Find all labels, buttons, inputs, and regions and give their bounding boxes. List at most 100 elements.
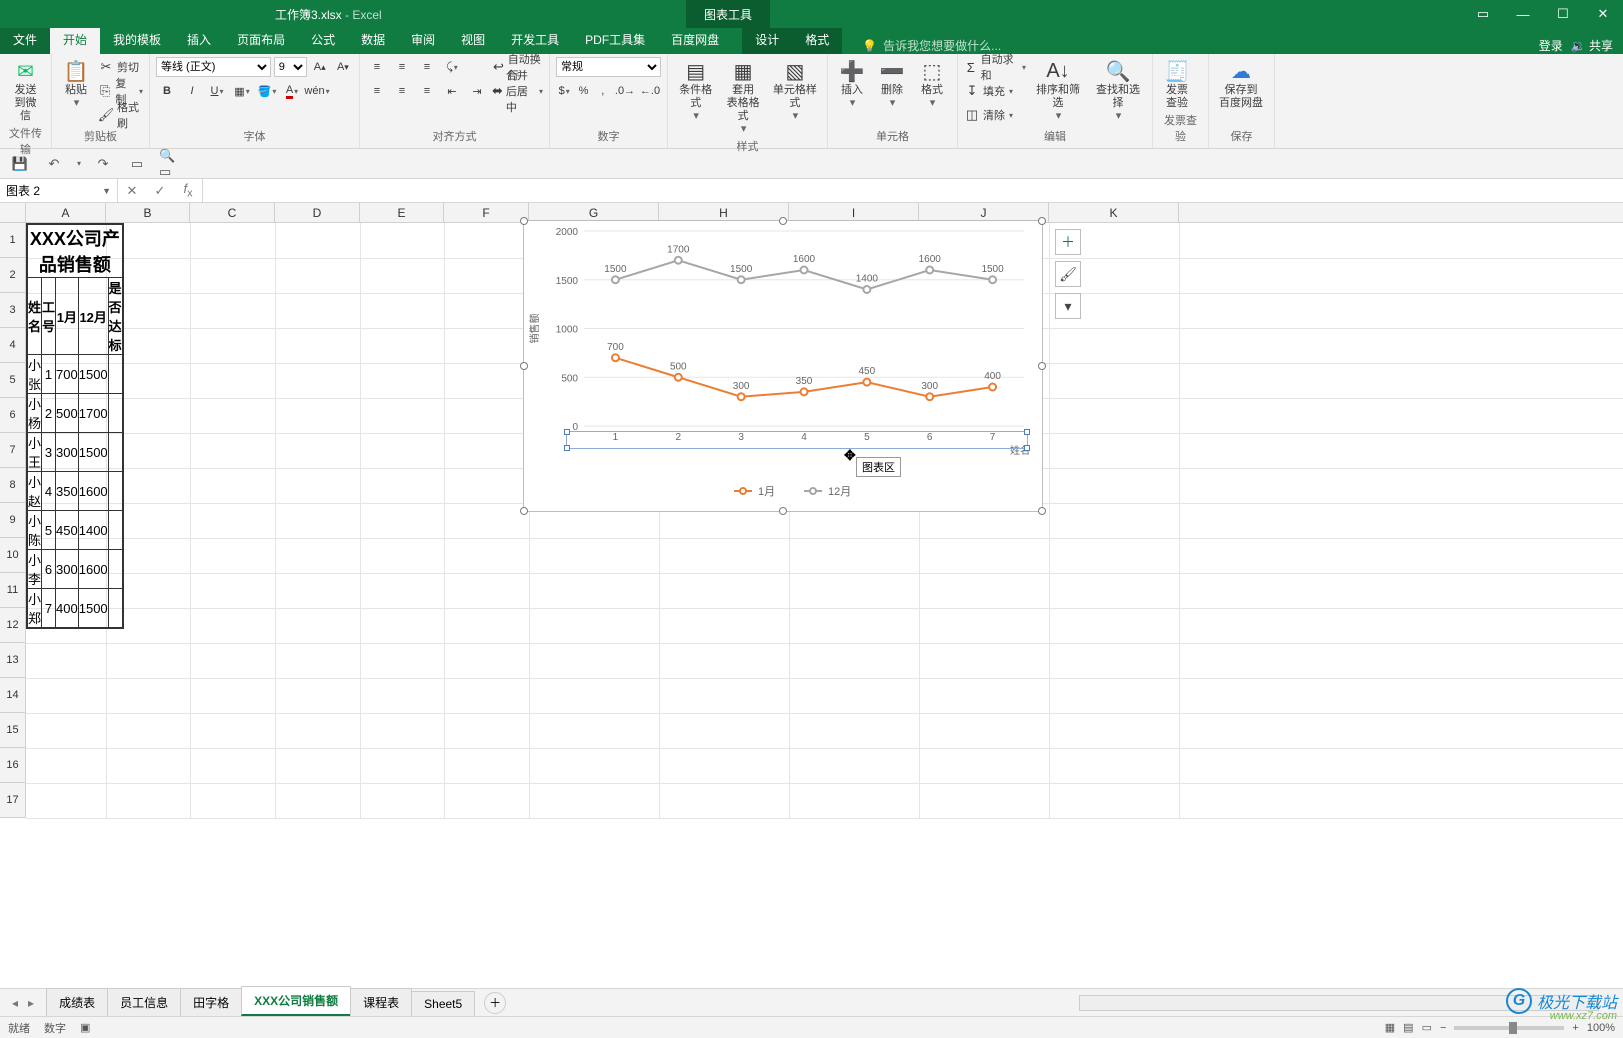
tab-视图[interactable]: 视图 bbox=[448, 26, 498, 54]
bold-icon[interactable]: B bbox=[156, 81, 178, 101]
zoom-slider[interactable] bbox=[1454, 1026, 1564, 1030]
orientation-icon[interactable]: ⤹▾ bbox=[441, 57, 463, 77]
cancel-formula-icon[interactable]: ✕ bbox=[118, 183, 146, 199]
invoice-button[interactable]: 🧾发票 查验 bbox=[1159, 56, 1195, 112]
font-name-select[interactable]: 等线 (正文) bbox=[156, 57, 271, 77]
formula-input[interactable] bbox=[203, 179, 1623, 202]
sheet-tab[interactable]: Sheet5 bbox=[411, 991, 475, 1016]
sheet-tab[interactable]: 课程表 bbox=[350, 988, 412, 1016]
row-header[interactable]: 17 bbox=[0, 783, 25, 818]
row-header[interactable]: 1 bbox=[0, 223, 25, 258]
tab-百度网盘[interactable]: 百度网盘 bbox=[658, 26, 732, 54]
font-size-select[interactable]: 9 bbox=[274, 57, 307, 77]
sheet-nav-last-icon[interactable]: ▸ bbox=[24, 994, 38, 1012]
share-button[interactable]: 🔉 共享 bbox=[1571, 37, 1613, 54]
delete-cells-button[interactable]: ➖删除▾ bbox=[874, 56, 910, 112]
tab-PDF工具集[interactable]: PDF工具集 bbox=[572, 26, 658, 54]
align-center-icon[interactable]: ≡ bbox=[391, 81, 413, 101]
align-left-icon[interactable]: ≡ bbox=[366, 81, 388, 101]
tab-页面布局[interactable]: 页面布局 bbox=[224, 26, 298, 54]
table-format-button[interactable]: ▦套用 表格格式▾ bbox=[721, 56, 764, 138]
select-all-corner[interactable] bbox=[0, 203, 26, 222]
align-right-icon[interactable]: ≡ bbox=[416, 81, 438, 101]
phonetic-icon[interactable]: wén▾ bbox=[306, 81, 328, 101]
merge-center-button[interactable]: ⬌合并后居中▾ bbox=[492, 80, 543, 102]
font-color-icon[interactable]: A▾ bbox=[281, 81, 303, 101]
context-tab-格式[interactable]: 格式 bbox=[792, 26, 842, 54]
chart-object[interactable]: 0500100015002000123456770050030035045030… bbox=[523, 220, 1043, 512]
indent-dec-icon[interactable]: ⇤ bbox=[441, 81, 463, 101]
align-top-icon[interactable]: ≡ bbox=[366, 57, 388, 77]
row-header[interactable]: 16 bbox=[0, 748, 25, 783]
row-header[interactable]: 14 bbox=[0, 678, 25, 713]
border-icon[interactable]: ▦▾ bbox=[231, 81, 253, 101]
tab-file[interactable]: 文件 bbox=[0, 26, 50, 54]
send-wechat-button[interactable]: ✉发送 到微信 bbox=[6, 56, 45, 125]
row-header[interactable]: 12 bbox=[0, 608, 25, 643]
row-header[interactable]: 8 bbox=[0, 468, 25, 503]
fill-button[interactable]: ↧填充▾ bbox=[964, 80, 1026, 102]
chart-filters-button[interactable]: ▾ bbox=[1055, 293, 1081, 319]
indent-inc-icon[interactable]: ⇥ bbox=[466, 81, 488, 101]
row-header[interactable]: 13 bbox=[0, 643, 25, 678]
sort-filter-button[interactable]: A↓排序和筛选▾ bbox=[1030, 56, 1086, 125]
paste-button[interactable]: 📋粘贴▾ bbox=[58, 56, 94, 112]
row-header[interactable]: 11 bbox=[0, 573, 25, 608]
italic-icon[interactable]: I bbox=[181, 81, 203, 101]
close-icon[interactable]: ✕ bbox=[1583, 0, 1623, 28]
print-preview-icon[interactable]: 🔍▭ bbox=[159, 152, 183, 176]
inc-decimal-icon[interactable]: .0→ bbox=[614, 81, 636, 101]
col-header[interactable]: B bbox=[106, 203, 190, 222]
number-format-select[interactable]: 常规 bbox=[556, 57, 661, 77]
sheet-tab[interactable]: 成绩表 bbox=[46, 988, 108, 1016]
undo-icon[interactable]: ↶ bbox=[42, 152, 66, 176]
tab-开始[interactable]: 开始 bbox=[50, 26, 100, 54]
clear-button[interactable]: ◫清除▾ bbox=[964, 104, 1026, 126]
h-scrollbar[interactable] bbox=[1079, 995, 1599, 1011]
save-baidu-button[interactable]: ☁保存到 百度网盘 bbox=[1215, 56, 1267, 112]
new-icon[interactable]: ▭ bbox=[125, 152, 149, 176]
currency-icon[interactable]: $▾ bbox=[556, 81, 572, 101]
percent-icon[interactable]: % bbox=[575, 81, 591, 101]
row-header[interactable]: 10 bbox=[0, 538, 25, 573]
increase-font-icon[interactable]: A▴ bbox=[310, 57, 330, 77]
cell-styles-button[interactable]: ▧单元格样式▾ bbox=[769, 56, 821, 125]
row-header[interactable]: 15 bbox=[0, 713, 25, 748]
fill-color-icon[interactable]: 🪣▾ bbox=[256, 81, 278, 101]
tab-插入[interactable]: 插入 bbox=[174, 26, 224, 54]
col-header[interactable]: C bbox=[190, 203, 275, 222]
dec-decimal-icon[interactable]: ←.0 bbox=[639, 81, 661, 101]
signin-link[interactable]: 登录 bbox=[1539, 37, 1563, 54]
conditional-format-button[interactable]: ▤条件格式▾ bbox=[674, 56, 717, 125]
row-header[interactable]: 3 bbox=[0, 293, 25, 328]
format-cells-button[interactable]: ⬚格式▾ bbox=[914, 56, 950, 112]
tab-我的模板[interactable]: 我的模板 bbox=[100, 26, 174, 54]
col-header[interactable]: A bbox=[26, 203, 106, 222]
align-middle-icon[interactable]: ≡ bbox=[391, 57, 413, 77]
row-header[interactable]: 4 bbox=[0, 328, 25, 363]
accept-formula-icon[interactable]: ✓ bbox=[146, 183, 174, 199]
row-header[interactable]: 6 bbox=[0, 398, 25, 433]
chart-styles-button[interactable]: 🖌 bbox=[1055, 261, 1081, 287]
zoom-level[interactable]: 100% bbox=[1587, 1022, 1615, 1034]
decrease-font-icon[interactable]: A▾ bbox=[333, 57, 353, 77]
comma-icon[interactable]: , bbox=[595, 81, 611, 101]
add-sheet-button[interactable]: ＋ bbox=[484, 992, 506, 1014]
zoom-in-icon[interactable]: + bbox=[1572, 1022, 1578, 1034]
maximize-icon[interactable]: ☐ bbox=[1543, 0, 1583, 28]
find-select-button[interactable]: 🔍查找和选择▾ bbox=[1090, 56, 1146, 125]
autosum-button[interactable]: Σ自动求和▾ bbox=[964, 56, 1026, 78]
tab-公式[interactable]: 公式 bbox=[298, 26, 348, 54]
view-normal-icon[interactable]: ▦ bbox=[1385, 1021, 1395, 1034]
view-pagebreak-icon[interactable]: ▭ bbox=[1422, 1021, 1432, 1034]
align-bottom-icon[interactable]: ≡ bbox=[416, 57, 438, 77]
col-header[interactable]: K bbox=[1049, 203, 1179, 222]
ribbon-display-icon[interactable]: ▭ bbox=[1463, 0, 1503, 28]
sheet-nav-first-icon[interactable]: ◂ bbox=[8, 994, 22, 1012]
macro-record-icon[interactable]: ▣ bbox=[80, 1021, 90, 1034]
zoom-out-icon[interactable]: − bbox=[1440, 1022, 1446, 1034]
sheet-tab[interactable]: XXX公司销售额 bbox=[241, 986, 351, 1016]
name-box[interactable]: 图表 2▼ bbox=[0, 179, 118, 202]
sheet-tab[interactable]: 员工信息 bbox=[107, 988, 181, 1016]
tab-审阅[interactable]: 审阅 bbox=[398, 26, 448, 54]
